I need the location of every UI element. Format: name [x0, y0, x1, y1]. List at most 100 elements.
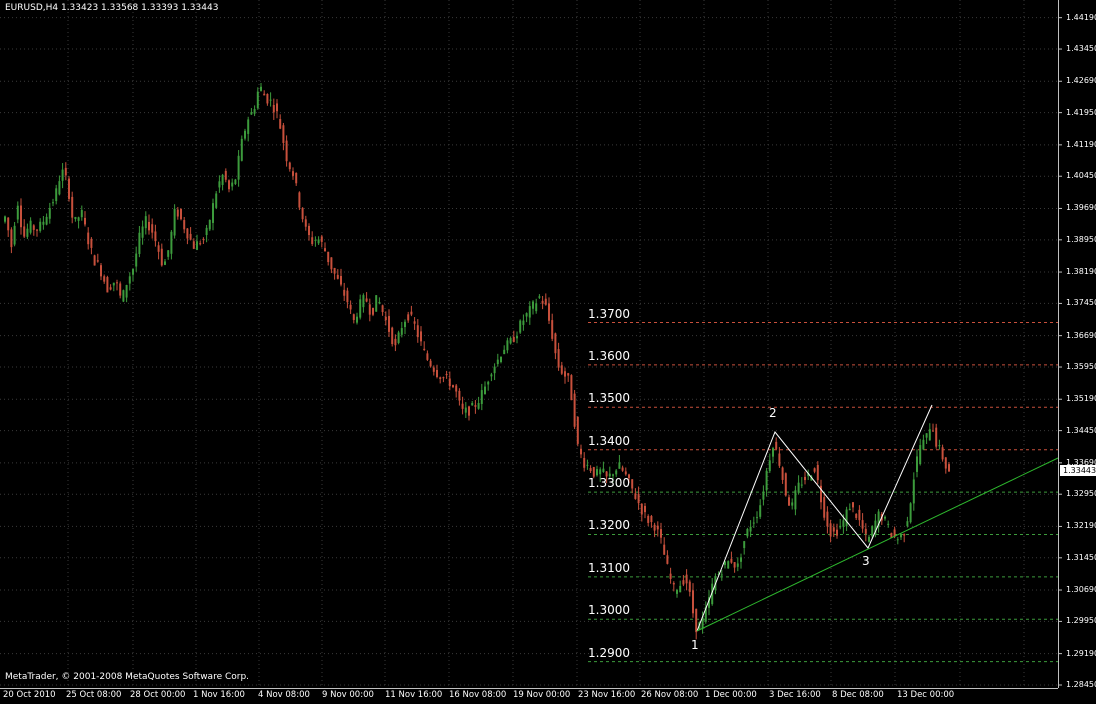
candle-body	[256, 91, 259, 109]
grid	[0, 0, 1058, 688]
time-tick-label: 4 Nov 08:00	[258, 690, 310, 700]
price-tick-label: 1.37450	[1066, 298, 1096, 308]
candle-body	[532, 301, 534, 309]
candle-body	[759, 505, 762, 517]
candle-body	[909, 503, 912, 523]
candle-body	[912, 479, 915, 504]
candle-body	[324, 248, 326, 252]
candle-body	[16, 205, 19, 220]
price-level-label: 1.2900	[588, 645, 630, 660]
price-tick-label: 1.28450	[1066, 680, 1096, 689]
price-level-label: 1.3700	[588, 306, 630, 321]
candle-body	[103, 276, 106, 282]
candle-body	[109, 287, 112, 290]
time-tick-label: 1 Nov 16:00	[193, 690, 245, 700]
candle-body	[861, 520, 864, 529]
candle-body	[599, 469, 602, 475]
candle-body	[740, 557, 742, 562]
candle-body	[276, 103, 278, 112]
price-level-label: 1.3100	[588, 560, 630, 575]
candle-body	[167, 250, 170, 257]
price-tick-label: 1.32190	[1066, 521, 1096, 531]
candle-body	[317, 239, 320, 244]
price-tick-label: 1.29950	[1066, 616, 1096, 626]
candle-body	[237, 155, 240, 180]
candle-body	[413, 321, 416, 324]
candle-body	[20, 205, 22, 228]
candle-body	[535, 303, 538, 312]
candle-body	[775, 441, 778, 449]
candle-body	[781, 467, 784, 480]
price-tick-label: 1.31450	[1066, 552, 1096, 562]
candle-body	[928, 429, 931, 441]
candle-body	[548, 303, 550, 321]
candle-body	[55, 188, 58, 202]
candle-body	[314, 239, 317, 241]
candle-body	[564, 371, 566, 377]
candle-body	[637, 493, 640, 504]
candle-body	[269, 99, 272, 101]
candle-body	[144, 216, 147, 229]
candle-body	[397, 332, 400, 343]
candle-body	[656, 525, 659, 530]
candle-body	[813, 468, 816, 472]
candle-body	[519, 320, 522, 333]
price-tick-label: 1.32950	[1066, 489, 1096, 499]
chart-window[interactable]: EURUSD,H4 1.33423 1.33568 1.33393 1.3344…	[0, 0, 1096, 704]
candle-body	[336, 274, 339, 279]
candle-body	[87, 232, 90, 245]
candle-body	[141, 226, 144, 238]
wave-label-2: 2	[769, 406, 777, 420]
candle-body	[634, 493, 637, 499]
candle-body	[215, 193, 218, 208]
candle-body	[484, 386, 486, 395]
trendline[interactable]	[696, 457, 1059, 632]
candle-body	[468, 406, 470, 416]
candle-body	[791, 502, 794, 506]
time-tick-label: 26 Nov 08:00	[641, 690, 699, 700]
candle-body	[384, 316, 387, 321]
price-level-label: 1.3200	[588, 518, 630, 533]
candle-body	[900, 534, 902, 538]
candle-body	[247, 119, 250, 134]
candle-body	[196, 241, 198, 250]
candle-body	[938, 445, 941, 447]
candle-body	[282, 125, 285, 143]
candle-body	[560, 365, 563, 374]
candle-body	[26, 228, 29, 237]
candle-body	[135, 253, 138, 267]
candle-body	[116, 282, 118, 284]
time-tick-label: 9 Nov 00:00	[322, 690, 374, 700]
current-price-badge: 1.33443	[1060, 465, 1096, 476]
candle-body	[794, 490, 797, 510]
price-chart[interactable]	[0, 0, 1096, 704]
time-tick-label: 23 Nov 16:00	[578, 690, 636, 700]
candle-body	[692, 590, 694, 614]
candle-body	[423, 348, 426, 350]
candle-body	[138, 232, 141, 254]
candle-body	[864, 528, 867, 534]
candle-body	[292, 171, 294, 176]
candle-body	[368, 304, 371, 315]
candle-body	[525, 313, 528, 317]
candle-body	[36, 229, 38, 231]
candle-body	[509, 338, 512, 344]
candle-body	[192, 241, 195, 249]
candle-body	[122, 290, 125, 302]
candle-body	[596, 469, 598, 476]
price-level-label: 1.3000	[588, 603, 630, 618]
candle-body	[884, 516, 886, 519]
candle-body	[544, 298, 547, 305]
candle-body	[768, 460, 771, 472]
candle-body	[666, 555, 669, 564]
candle-body	[381, 305, 384, 313]
candle-body	[378, 302, 381, 304]
candle-body	[74, 216, 77, 219]
candle-body	[733, 562, 736, 568]
time-tick-label: 13 Dec 00:00	[897, 690, 955, 700]
candle-body	[346, 290, 349, 303]
price-tick-label: 1.35950	[1066, 362, 1096, 372]
candle-body	[679, 585, 682, 593]
candle-body	[621, 467, 624, 471]
candle-body	[266, 93, 269, 104]
